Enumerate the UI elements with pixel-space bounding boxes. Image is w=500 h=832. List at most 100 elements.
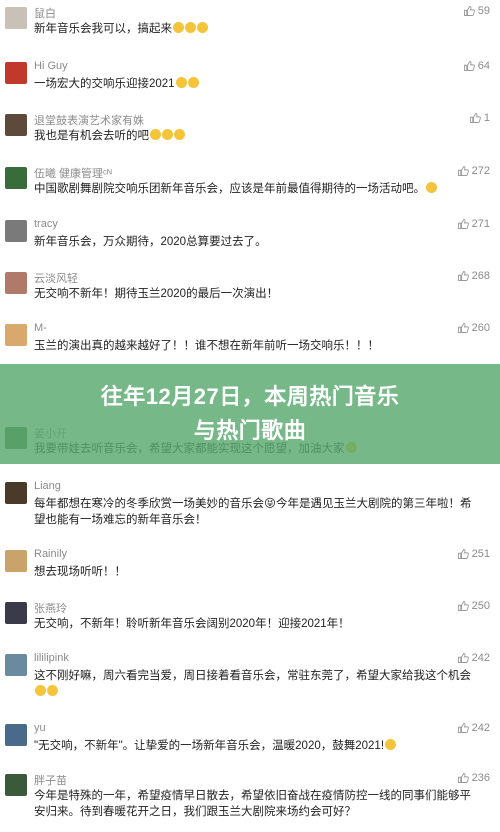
comment-text: 无交响不新年！期待玉兰2020的最后一次演出！ bbox=[34, 286, 474, 302]
comment-item: 胖子苗今年是特殊的一年，希望疫情早日散去，希望依旧奋战在疫情防控一线的同事们能够… bbox=[0, 772, 500, 822]
emoji-icon bbox=[47, 685, 58, 696]
comment-item: Rainily 想去现场听听！！ 251 bbox=[0, 548, 500, 598]
comment-username[interactable]: M- bbox=[34, 322, 47, 334]
thumbs-up-icon bbox=[463, 5, 475, 17]
like-count: 268 bbox=[471, 270, 490, 282]
comment-text-content: 新年音乐会我可以，搞起来 bbox=[34, 23, 172, 35]
like-button[interactable]: 1 bbox=[469, 112, 490, 124]
comment-text: 一场宏大的交响乐迎接2021 bbox=[34, 76, 474, 92]
like-button[interactable]: 271 bbox=[457, 218, 490, 230]
avatar[interactable] bbox=[5, 220, 27, 242]
like-button[interactable]: 250 bbox=[457, 600, 490, 612]
emoji-icon bbox=[187, 77, 199, 88]
comment-text-content: 这不刚好嘛，周六看完当爱，周日接着看音乐会，常驻东莞了，希望大家给我这个机会 bbox=[34, 670, 471, 682]
avatar[interactable] bbox=[5, 550, 27, 572]
thumbs-up-icon bbox=[457, 722, 469, 734]
like-button[interactable]: 268 bbox=[457, 270, 490, 282]
comment-username[interactable]: Hi Guy bbox=[34, 60, 68, 72]
comment-username[interactable]: yu bbox=[34, 722, 46, 734]
like-button[interactable]: 260 bbox=[457, 322, 490, 334]
like-button[interactable]: 236 bbox=[457, 772, 490, 784]
comment-item: 退堂鼓表演艺术家有姝我也是有机会去听的吧 1 bbox=[0, 112, 500, 162]
like-count: 1 bbox=[483, 112, 490, 124]
avatar[interactable] bbox=[5, 482, 27, 504]
like-count: 272 bbox=[471, 165, 490, 177]
like-button[interactable]: 59 bbox=[463, 5, 490, 17]
comment-item: lililipink 这不刚好嘛，周六看完当爱，周日接着看音乐会，常驻东莞了，希望… bbox=[0, 652, 500, 702]
comment-text-content: 想去现场听听！！ bbox=[34, 566, 126, 578]
avatar[interactable] bbox=[5, 7, 27, 29]
comment-username[interactable]: lililipink bbox=[34, 652, 69, 664]
comment-text: 无交响，不新年！聆听新年音乐会阔别2020年！迎接2021年！ bbox=[34, 616, 474, 632]
comment-item: tracy 新年音乐会，万众期待，2020总算要过去了。 271 bbox=[0, 218, 500, 268]
comment-text: 今年是特殊的一年，希望疫情早日散去，希望依旧奋战在疫情防控一线的同事们能够平安归… bbox=[34, 788, 474, 820]
comment-username[interactable]: 伍曦 健康管理ᶜᴺ bbox=[34, 165, 112, 181]
like-count: 236 bbox=[471, 772, 490, 784]
emoji-icon bbox=[174, 129, 185, 140]
comment-text-content: 每年都想在寒冷的冬季欣赏一场美妙的音乐会😝今年是遇见玉兰大剧院的第三年啦！希望也… bbox=[34, 498, 472, 526]
avatar[interactable] bbox=[5, 724, 27, 746]
comment-text-content: 我也是有机会去听的吧 bbox=[34, 130, 149, 142]
comment-item: Hi Guy 一场宏大的交响乐迎接2021 64 bbox=[0, 60, 500, 110]
thumbs-up-icon bbox=[457, 218, 469, 230]
like-count: 271 bbox=[471, 218, 490, 230]
comment-item: Liang 每年都想在寒冷的冬季欣赏一场美妙的音乐会😝今年是遇见玉兰大剧院的第三年… bbox=[0, 480, 500, 530]
avatar[interactable] bbox=[5, 602, 27, 624]
like-count: 250 bbox=[471, 600, 490, 612]
like-button[interactable]: 251 bbox=[457, 548, 490, 560]
thumbs-up-icon bbox=[469, 112, 481, 124]
comment-item: yu "无交响，不新年"。让挚爱的一场新年音乐会，温暖2020，鼓舞2021! 24… bbox=[0, 722, 500, 772]
comment-username[interactable]: Rainily bbox=[34, 548, 67, 560]
comment-text: "无交响，不新年"。让挚爱的一场新年音乐会，温暖2020，鼓舞2021! bbox=[34, 738, 474, 754]
comment-text-content: 中国歌剧舞剧院交响乐团新年音乐会，应该是年前最值得期待的一场活动吧。 bbox=[34, 183, 425, 195]
like-count: 242 bbox=[471, 652, 490, 664]
avatar[interactable] bbox=[5, 324, 27, 346]
comment-text: 新年音乐会我可以，搞起来 bbox=[34, 21, 474, 37]
emoji-icon bbox=[35, 685, 46, 696]
banner-title-line2: 与热门歌曲 bbox=[193, 418, 307, 443]
emoji-icon bbox=[150, 129, 161, 140]
thumbs-up-icon bbox=[457, 652, 469, 664]
comment-text-content: 玉兰的演出真的越来越好了！！谁不想在新年前听一场交响乐！！！ bbox=[34, 340, 379, 352]
emoji-icon bbox=[385, 739, 397, 750]
comment-username[interactable]: 胖子苗 bbox=[34, 772, 67, 788]
title-banner: 往年12月27日，本周热门音乐 与热门歌曲 bbox=[0, 364, 500, 464]
thumbs-up-icon bbox=[457, 548, 469, 560]
avatar[interactable] bbox=[5, 654, 27, 676]
comment-text: 玉兰的演出真的越来越好了！！谁不想在新年前听一场交响乐！！！ bbox=[34, 338, 474, 354]
emoji-icon bbox=[173, 22, 184, 33]
like-button[interactable]: 272 bbox=[457, 165, 490, 177]
comment-username[interactable]: 鼠白 bbox=[34, 5, 56, 21]
comment-text: 我也是有机会去听的吧 bbox=[34, 128, 474, 144]
comment-item: 伍曦 健康管理ᶜᴺ 中国歌剧舞剧院交响乐团新年音乐会，应该是年前最值得期待的一场活… bbox=[0, 165, 500, 215]
thumbs-up-icon bbox=[457, 772, 469, 784]
avatar[interactable] bbox=[5, 167, 27, 189]
like-count: 64 bbox=[477, 60, 490, 72]
comment-text: 这不刚好嘛，周六看完当爱，周日接着看音乐会，常驻东莞了，希望大家给我这个机会 bbox=[34, 668, 474, 700]
thumbs-up-icon bbox=[457, 322, 469, 334]
comment-username[interactable]: Liang bbox=[34, 480, 61, 492]
comment-username[interactable]: 退堂鼓表演艺术家有姝 bbox=[34, 112, 144, 128]
comment-username[interactable]: 张燕玲 bbox=[34, 600, 67, 616]
comment-text: 中国歌剧舞剧院交响乐团新年音乐会，应该是年前最值得期待的一场活动吧。 bbox=[34, 181, 474, 197]
comment-text-content: "无交响，不新年"。让挚爱的一场新年音乐会，温暖2020，鼓舞2021! bbox=[34, 740, 385, 752]
like-button[interactable]: 242 bbox=[457, 652, 490, 664]
comment-item: 张燕玲无交响，不新年！聆听新年音乐会阔别2020年！迎接2021年！ 250 bbox=[0, 600, 500, 650]
avatar[interactable] bbox=[5, 774, 27, 796]
comment-username[interactable]: 云淡风轻 bbox=[34, 270, 78, 286]
like-count: 59 bbox=[477, 5, 490, 17]
thumbs-up-icon bbox=[457, 270, 469, 282]
like-button[interactable]: 242 bbox=[457, 722, 490, 734]
avatar[interactable] bbox=[5, 114, 27, 136]
emoji-icon bbox=[426, 182, 437, 193]
comment-text-content: 无交响，不新年！聆听新年音乐会阔别2020年！迎接2021年！ bbox=[34, 618, 350, 630]
avatar[interactable] bbox=[5, 62, 27, 84]
comment-text-content: 今年是特殊的一年，希望疫情早日散去，希望依旧奋战在疫情防控一线的同事们能够平安归… bbox=[34, 790, 471, 818]
thumbs-up-icon bbox=[457, 600, 469, 612]
comment-username[interactable]: tracy bbox=[34, 218, 58, 230]
emoji-icon bbox=[185, 22, 196, 33]
comment-text-content: 无交响不新年！期待玉兰2020的最后一次演出！ bbox=[34, 288, 279, 300]
avatar[interactable] bbox=[5, 272, 27, 294]
like-button[interactable]: 64 bbox=[463, 60, 490, 72]
comment-text-content: 新年音乐会，万众期待，2020总算要过去了。 bbox=[34, 236, 267, 248]
